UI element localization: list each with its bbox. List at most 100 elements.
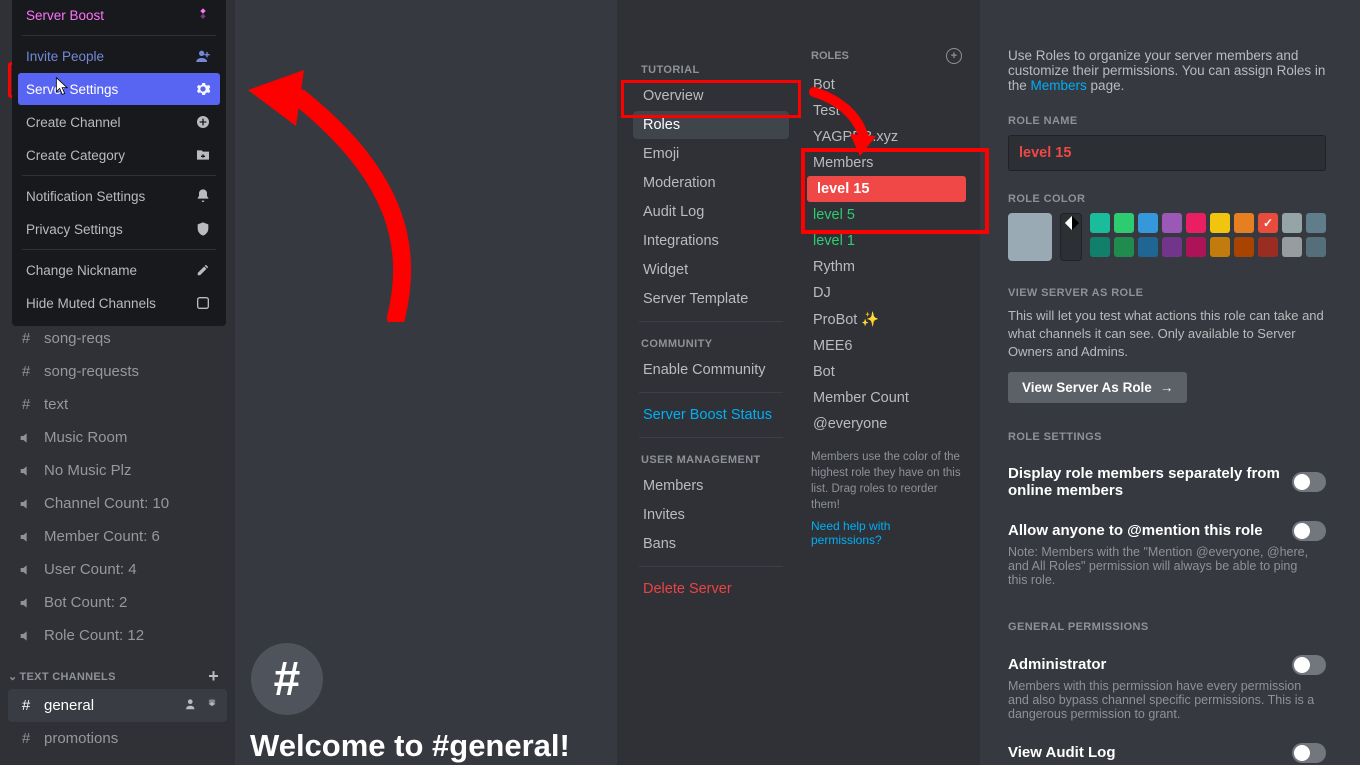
role-item[interactable]: level 5 <box>803 202 970 228</box>
role-item[interactable]: MEE6 <box>803 333 970 359</box>
color-swatch[interactable] <box>1234 213 1254 233</box>
gear-icon[interactable] <box>205 697 219 715</box>
role-color-label: ROLE COLOR <box>1008 193 1326 205</box>
role-editor: Use Roles to organize your server member… <box>980 0 1360 765</box>
channel-bot-count[interactable]: Bot Count: 2 <box>0 586 235 619</box>
speaker-icon <box>16 562 36 578</box>
perm-admin-toggle[interactable] <box>1292 655 1326 675</box>
channel-channel-count[interactable]: Channel Count: 10 <box>0 487 235 520</box>
nav-invites[interactable]: Invites <box>633 501 789 529</box>
perm-display-separately-toggle[interactable] <box>1292 472 1326 492</box>
nav-emoji[interactable]: Emoji <box>633 140 789 168</box>
privacy-settings-item[interactable]: Privacy Settings <box>18 213 220 245</box>
role-item[interactable]: @everyone <box>803 411 970 437</box>
role-item[interactable]: ProBot ✨ <box>803 306 970 333</box>
speaker-icon <box>16 463 36 479</box>
channel-no-music[interactable]: No Music Plz <box>0 454 235 487</box>
color-swatch[interactable] <box>1186 213 1206 233</box>
role-item[interactable]: Member Count <box>803 385 970 411</box>
change-nickname-item[interactable]: Change Nickname <box>18 254 220 286</box>
hash-icon: # <box>16 697 36 714</box>
perm-allow-mention-toggle[interactable] <box>1292 521 1326 541</box>
hash-icon: # <box>16 363 36 380</box>
category-header-text-channels[interactable]: ⌄ TEXT CHANNELS + <box>0 652 235 689</box>
color-swatch[interactable] <box>1210 213 1230 233</box>
settings-category-tutorial: TUTORIAL <box>641 64 789 76</box>
add-circle-icon <box>194 113 212 131</box>
invite-people-item[interactable]: Invite People <box>18 40 220 72</box>
nav-enable-community[interactable]: Enable Community <box>633 356 789 384</box>
arrow-right-icon: → <box>1160 380 1174 395</box>
add-role-icon[interactable]: + <box>946 48 962 64</box>
color-picker-swatch[interactable] <box>1060 213 1082 261</box>
channel-general[interactable]: # general <box>8 689 227 722</box>
view-server-as-role-button[interactable]: View Server As Role → <box>1008 372 1187 403</box>
role-name-input[interactable] <box>1008 135 1326 171</box>
speaker-icon <box>16 529 36 545</box>
nav-bans[interactable]: Bans <box>633 530 789 558</box>
color-swatch[interactable] <box>1162 213 1182 233</box>
default-color-swatch[interactable] <box>1008 213 1052 261</box>
roles-help-link[interactable]: Need help with permissions? <box>803 513 970 553</box>
nav-moderation[interactable]: Moderation <box>633 169 789 197</box>
members-link[interactable]: Members <box>1031 78 1087 93</box>
pencil-icon <box>194 261 212 279</box>
channel-promotions[interactable]: #promotions <box>0 722 235 755</box>
nav-integrations[interactable]: Integrations <box>633 227 789 255</box>
role-name-label: ROLE NAME <box>1008 115 1326 127</box>
nav-delete-server[interactable]: Delete Server <box>633 575 789 603</box>
color-swatch[interactable] <box>1282 237 1302 257</box>
color-swatch[interactable] <box>1162 237 1182 257</box>
color-swatch[interactable] <box>1258 213 1278 233</box>
role-item[interactable]: Rythm <box>803 254 970 280</box>
channel-song-reqs[interactable]: #song-reqs <box>0 322 235 355</box>
color-swatch[interactable] <box>1138 237 1158 257</box>
nav-roles[interactable]: Roles <box>633 111 789 139</box>
color-swatch[interactable] <box>1282 213 1302 233</box>
server-settings-item[interactable]: Server Settings <box>18 73 220 105</box>
nav-members[interactable]: Members <box>633 472 789 500</box>
perm-allow-mention-title: Allow anyone to @mention this role <box>1008 522 1263 539</box>
nav-server-boost-status[interactable]: Server Boost Status <box>633 401 789 429</box>
channel-music-room[interactable]: Music Room <box>0 421 235 454</box>
checkbox-empty-icon <box>194 294 212 312</box>
role-item[interactable]: Bot <box>803 359 970 385</box>
role-item[interactable]: level 15 <box>807 176 966 202</box>
role-item[interactable]: level 1 <box>803 228 970 254</box>
invite-icon[interactable] <box>185 697 199 715</box>
nav-server-template[interactable]: Server Template <box>633 285 789 313</box>
perm-audit-toggle[interactable] <box>1292 743 1326 763</box>
role-item[interactable]: YAGPDB.xyz <box>803 124 970 150</box>
color-swatch[interactable] <box>1234 237 1254 257</box>
create-channel-item[interactable]: Create Channel <box>18 106 220 138</box>
create-category-item[interactable]: Create Category <box>18 139 220 171</box>
nav-overview[interactable]: Overview <box>633 82 789 110</box>
channel-member-count[interactable]: Member Count: 6 <box>0 520 235 553</box>
color-swatch[interactable] <box>1258 237 1278 257</box>
color-swatch[interactable] <box>1138 213 1158 233</box>
color-swatch[interactable] <box>1090 213 1110 233</box>
role-item[interactable]: Test <box>803 98 970 124</box>
add-channel-icon[interactable]: + <box>208 666 219 687</box>
channel-text[interactable]: #text <box>0 388 235 421</box>
role-item[interactable]: Members <box>803 150 970 176</box>
role-item[interactable]: DJ <box>803 280 970 306</box>
nav-audit-log[interactable]: Audit Log <box>633 198 789 226</box>
channel-role-count[interactable]: Role Count: 12 <box>0 619 235 652</box>
nav-widget[interactable]: Widget <box>633 256 789 284</box>
color-swatch[interactable] <box>1186 237 1206 257</box>
channel-hash-icon: # <box>251 643 323 715</box>
server-boost-item[interactable]: Server Boost <box>18 0 220 31</box>
color-swatch[interactable] <box>1210 237 1230 257</box>
color-swatch[interactable] <box>1306 237 1326 257</box>
notification-settings-item[interactable]: Notification Settings <box>18 180 220 212</box>
channel-user-count[interactable]: User Count: 4 <box>0 553 235 586</box>
color-swatch[interactable] <box>1090 237 1110 257</box>
color-swatch[interactable] <box>1114 237 1134 257</box>
hash-icon: # <box>16 730 36 747</box>
color-swatch[interactable] <box>1114 213 1134 233</box>
channel-song-requests[interactable]: #song-requests <box>0 355 235 388</box>
color-swatch[interactable] <box>1306 213 1326 233</box>
hide-muted-item[interactable]: Hide Muted Channels <box>18 287 220 319</box>
role-item[interactable]: Bot <box>803 72 970 98</box>
